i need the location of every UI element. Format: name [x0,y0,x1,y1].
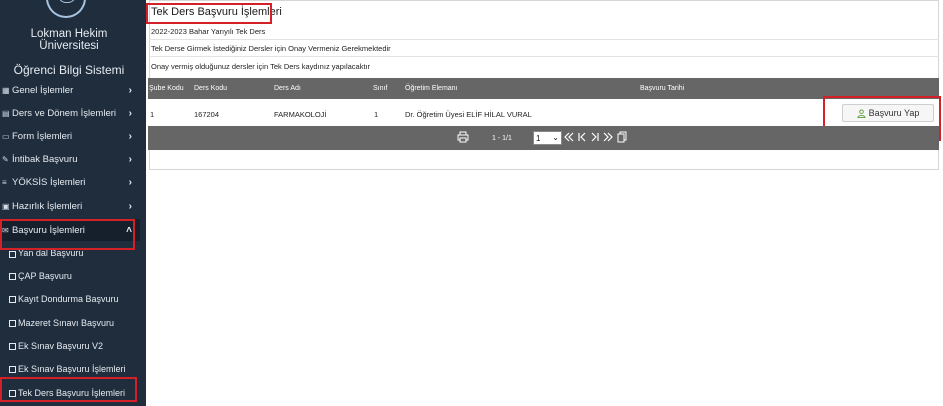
system-name: Öğrenci Bilgi Sistemi [13,63,125,77]
col-header-basvuru-tarihi[interactable]: Başvuru Tarihi [640,85,684,92]
highlight-box-title [146,3,272,24]
submenu-label: Ek Sınav Başvuru V2 [18,341,104,351]
col-header-sube-kodu[interactable]: Şube Kodu [149,85,184,92]
square-icon [9,251,16,258]
chevron-right-icon: › [128,153,132,165]
menu-label: Ders ve Dönem İşlemleri [12,107,116,119]
chevron-right-icon: › [128,130,132,142]
submenu-cap[interactable]: ÇAP Başvuru [0,265,140,287]
page-select-value: 1 [536,133,541,143]
submenu-label: Mazeret Sınavı Başvuru [18,318,115,328]
folder-icon: ▭ [2,131,10,141]
pager-range: 1 - 1/1 [492,135,512,142]
submenu-label: ÇAP Başvuru [18,271,72,281]
square-icon [9,295,16,303]
submenu-ek-sinav-v2[interactable]: Ek Sınav Başvuru V2 [0,335,140,357]
info-line-1: Tek Derse Girmek İstediğiniz Dersler içi… [151,44,391,53]
menu-label: Form İşlemleri [12,130,73,142]
menu-yoksis[interactable]: ≡ YÖKSİS İşlemleri › [0,171,140,193]
submenu-label: Yan dal Başvuru [18,250,84,258]
menu-label: YÖKSİS İşlemleri [12,176,86,188]
submenu-label: Kayıt Dondurma Başvuru [18,294,119,304]
square-icon [9,342,16,350]
university-logo [46,0,86,18]
cell-sinif: 1 [374,110,379,119]
menu-label: Genel İşlemler [12,84,74,96]
menu-genel-islemler[interactable]: ▦ Genel İşlemler › [0,79,140,101]
list-icon: ≡ [2,177,7,187]
submenu-yandal[interactable]: Yan dal Başvuru [0,250,140,258]
cell-ders-adi: FARMAKOLOJİ [274,110,327,119]
menu-form-islemleri[interactable]: ▭ Form İşlemleri › [0,125,140,147]
submenu-label: Ek Sınav Başvuru İşlemleri [18,364,126,374]
sidebar: Lokman Hekim Üniversitesi Öğrenci Bilgi … [0,0,146,406]
menu-ders-donem[interactable]: ▤ Ders ve Dönem İşlemleri › [0,102,140,124]
square-icon [9,319,16,327]
highlight-box-basvuru-menu [0,219,135,250]
chevron-right-icon: › [128,176,132,188]
prev-page-icon[interactable] [578,131,586,143]
info-line-2: Onay vermiş olduğunuz dersler için Tek D… [151,62,371,71]
menu-label: Hazırlık İşlemleri [12,200,83,212]
chevron-right-icon: › [128,200,132,212]
cell-ogretim-elemani: Dr. Öğretim Üyesi ELİF HİLAL VURAL [405,110,532,119]
grid-icon: ▦ [2,85,10,95]
table-row [148,99,939,126]
next-page-icon[interactable] [591,131,599,143]
cell-sube-kodu: 1 [150,110,155,119]
col-header-ders-kodu[interactable]: Ders Kodu [194,85,227,92]
chevron-down-icon: ⌄ [552,133,559,142]
divider [149,56,939,57]
first-page-icon[interactable] [564,131,574,143]
pencil-icon: ✎ [2,154,9,164]
book-icon: ▤ [2,108,10,118]
chevron-right-icon: › [128,107,132,119]
id-card-icon: ▣ [2,201,10,211]
printer-icon[interactable] [457,131,469,143]
term-label: 2022-2023 Bahar Yarıyılı Tek Ders [151,27,266,36]
submenu-kayit-dondurma[interactable]: Kayıt Dondurma Başvuru [0,288,140,310]
menu-intibak[interactable]: ✎ İntibak Başvuru › [0,148,140,170]
table-header [148,78,939,99]
copy-icon[interactable] [617,131,627,143]
last-page-icon[interactable] [603,131,613,143]
chevron-right-icon: › [128,84,132,96]
submenu-mazeret[interactable]: Mazeret Sınavı Başvuru [0,312,140,334]
col-header-sinif[interactable]: Sınıf [373,85,387,92]
square-icon [9,365,16,373]
university-name: Lokman Hekim Üniversitesi [30,28,108,52]
square-icon [9,272,16,280]
menu-label: İntibak Başvuru [12,153,78,165]
cell-ders-kodu: 167204 [194,110,220,119]
menu-hazirlik[interactable]: ▣ Hazırlık İşlemleri › [0,195,140,217]
col-header-ogretim-elemani[interactable]: Öğretim Elemanı [405,85,458,92]
page-select[interactable]: 1 ⌄ [533,131,562,145]
highlight-box-tek-ders-menu [0,377,137,402]
divider [149,39,939,40]
col-header-ders-adi[interactable]: Ders Adı [274,85,301,92]
